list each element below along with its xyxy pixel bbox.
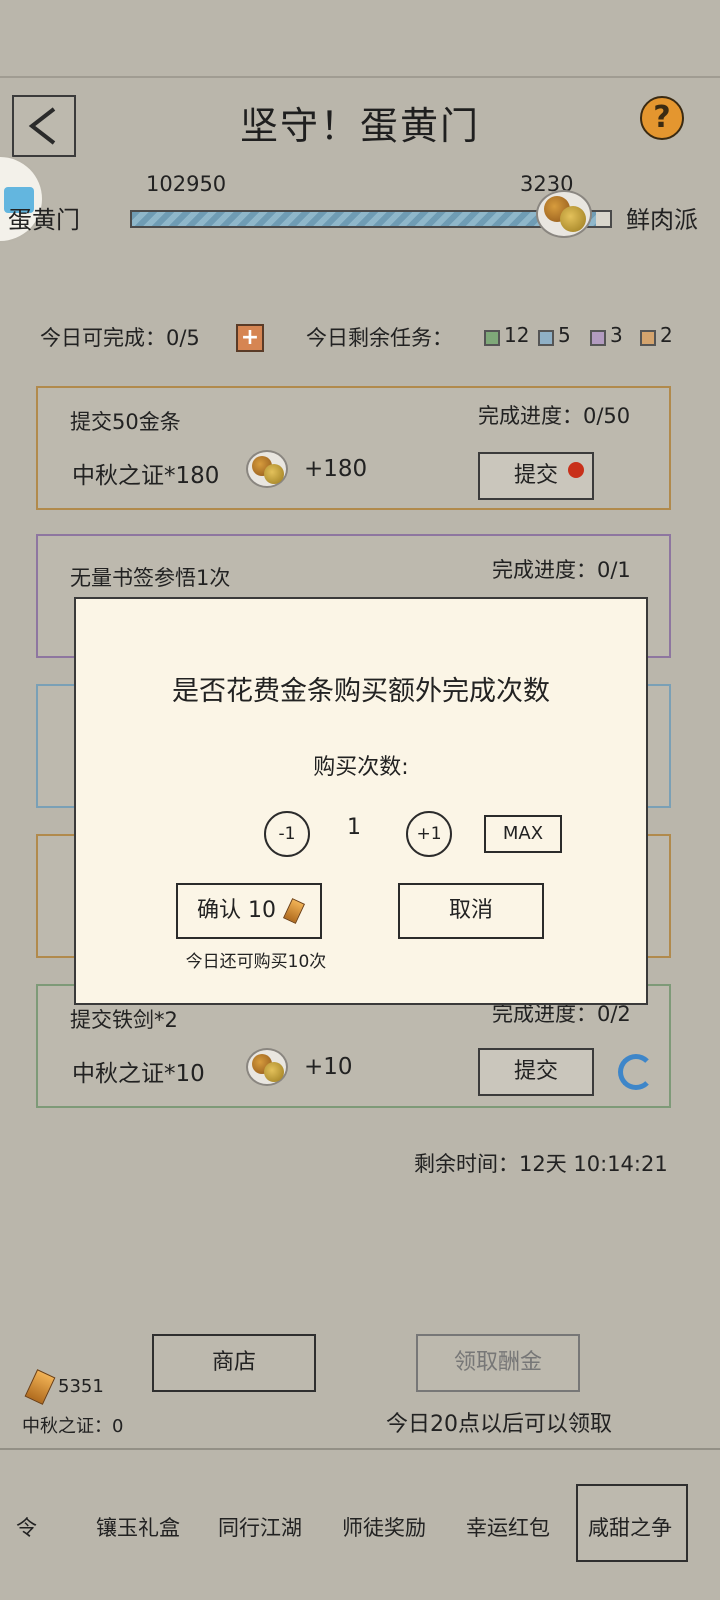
gold-amount: 5351 <box>58 1376 104 1397</box>
submit-button[interactable]: 提交 <box>478 1048 594 1096</box>
bottom-divider <box>0 1448 720 1450</box>
gold-bar-icon <box>24 1369 56 1405</box>
green-task-count: 12 <box>504 323 530 347</box>
help-button[interactable]: ? <box>640 96 684 140</box>
cancel-button[interactable]: 取消 <box>398 883 544 939</box>
mooncake-icon <box>246 450 288 488</box>
tab-mentor-reward[interactable]: 师徒奖励 <box>342 1512 426 1542</box>
shop-button[interactable]: 商店 <box>152 1334 316 1392</box>
task-progress: 完成进度：0/50 <box>478 404 631 428</box>
claim-note: 今日20点以后可以领取 <box>386 1412 612 1437</box>
page-title: 坚守！蛋黄门 <box>239 104 480 148</box>
mooncake-icon <box>246 1048 288 1086</box>
refresh-icon[interactable] <box>618 1054 654 1090</box>
daily-complete-value: 0/5 <box>166 326 200 350</box>
gold-bar-icon <box>283 898 305 924</box>
blue-task-count: 5 <box>558 323 571 347</box>
blue-task-chip-icon <box>538 330 554 346</box>
task-reward-amount: +180 <box>304 456 368 482</box>
tab-label: 咸甜之争 <box>588 1516 672 1540</box>
orange-task-chip-icon <box>640 330 656 346</box>
purchase-dialog: 是否花费金条购买额外完成次数 购买次数: -1 1 +1 MAX 确认 10 取… <box>74 597 648 1005</box>
remaining-tasks-label: 今日剩余任务： <box>306 326 453 350</box>
tab-lucky-envelope[interactable]: 幸运红包 <box>466 1512 550 1542</box>
right-team-name: 鲜肉派 <box>626 206 698 234</box>
max-button[interactable]: MAX <box>484 815 562 853</box>
versus-progress-fill <box>132 212 596 226</box>
task-name: 提交50金条 <box>70 410 181 434</box>
purple-task-chip-icon <box>590 330 606 346</box>
remaining-time: 剩余时间：12天 10:14:21 <box>414 1152 668 1176</box>
task-progress: 完成进度：0/1 <box>492 558 631 582</box>
task-name: 提交铁剑*2 <box>70 1008 178 1032</box>
purple-task-count: 3 <box>610 323 623 347</box>
tab-jianghu[interactable]: 同行江湖 <box>218 1512 302 1542</box>
add-attempts-button[interactable]: + <box>236 324 264 352</box>
top-divider <box>0 76 720 78</box>
tab-jade-giftbox[interactable]: 镶玉礼盒 <box>96 1512 180 1542</box>
increment-button[interactable]: +1 <box>406 811 452 857</box>
quantity-value: 1 <box>347 815 361 840</box>
left-team-name: 蛋黄门 <box>8 206 80 234</box>
mooncake-icon <box>536 190 592 238</box>
confirm-label: 确认 10 <box>197 898 276 923</box>
decrement-button[interactable]: -1 <box>264 811 310 857</box>
orange-task-count: 2 <box>660 323 673 347</box>
tab-partial[interactable]: 令 <box>16 1512 37 1542</box>
task-name: 无量书签参悟1次 <box>70 566 231 590</box>
task-reward: 中秋之证*10 <box>72 1061 205 1087</box>
task-reward: 中秋之证*180 <box>72 463 220 489</box>
confirm-button[interactable]: 确认 10 <box>176 883 322 939</box>
buy-count-label: 购买次数: <box>313 755 409 780</box>
task-card-gold: 提交50金条 完成进度：0/50 中秋之证*180 +180 提交 <box>36 386 671 510</box>
dialog-title: 是否花费金条购买额外完成次数 <box>172 676 550 707</box>
mid-autumn-cert-count: 中秋之证：0 <box>22 1416 124 1437</box>
left-score: 102950 <box>146 172 227 196</box>
claim-reward-button[interactable]: 领取酬金 <box>416 1334 580 1392</box>
green-task-chip-icon <box>484 330 500 346</box>
daily-complete-label: 今日可完成：0/5 <box>40 326 200 350</box>
purchase-limit-note: 今日还可购买10次 <box>185 952 327 972</box>
task-reward-amount: +10 <box>304 1054 353 1080</box>
tab-sweet-salty[interactable]: 咸甜之争 <box>576 1484 688 1562</box>
alert-icon <box>568 462 584 478</box>
